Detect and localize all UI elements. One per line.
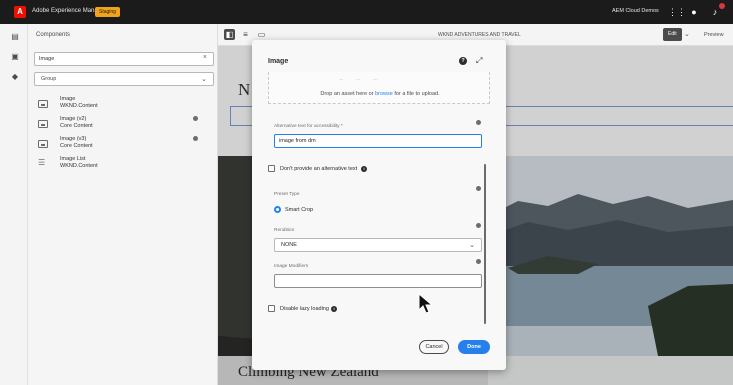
list-icon: ☰ [38,158,46,167]
disable-lazy-loading-checkbox[interactable] [268,305,275,312]
dropzone-text-before: Drop an asset here or [320,91,376,97]
notification-badge [719,3,725,9]
fullscreen-icon[interactable]: ⤢ [476,56,482,66]
dialog-title: Image [268,58,289,65]
dialog-scrollbar[interactable] [484,164,486,324]
component-group: Core Content [60,123,93,129]
component-item-image-v3[interactable]: Image (v3) Core Content [38,136,208,156]
disable-lazy-loading-label[interactable]: Disable lazy loading [280,306,329,312]
info-icon[interactable] [476,186,481,191]
component-name: Image (v2) [60,116,87,122]
page-name: WKND ADVENTURES AND TRAVEL [438,32,521,38]
component-item-image-v2[interactable]: Image (v2) Core Content [38,116,208,136]
group-select[interactable]: Group ⌄ [34,72,214,86]
image-modifiers-label: Image Modifiers [274,264,309,269]
layers-icon[interactable]: ▤ [10,32,20,42]
preview-button[interactable]: Preview [704,32,724,38]
asset-dropzone[interactable]: — — — Drop an asset here or browse for a… [268,72,490,104]
components-panel: Components × Group ⌄ Image WKND.Content … [28,24,218,385]
image-icon [38,120,48,128]
group-select-value: Group [41,76,57,82]
image-dialog: Image ? ⤢ — — — Drop an asset here or br… [252,40,506,370]
smart-crop-radio[interactable] [274,206,281,213]
mouse-cursor-icon [418,293,434,314]
info-icon[interactable] [476,259,481,264]
rendition-select[interactable]: NONE ⌄ [274,238,482,252]
top-bar: A Adobe Experience Manager Staging AEM C… [0,0,733,24]
rendition-value: NONE [281,242,297,248]
preset-type-label: Preset Type [274,192,300,197]
component-search[interactable]: × [34,52,214,66]
no-alt-text-label[interactable]: Don't provide an alternative text [280,166,357,172]
help-icon[interactable]: ? [459,57,467,65]
cancel-button[interactable]: Cancel [419,340,449,354]
toggle-side-panel-icon[interactable]: ◧ [224,29,235,40]
component-group: Core Content [60,143,93,149]
component-item-image-list[interactable]: ☰ Image List WKND.Content [38,156,208,176]
dropzone-text-after: for a file to upload. [392,91,440,97]
alt-text-field[interactable] [274,134,482,148]
environment-badge: Staging [95,7,120,17]
dropzone-text: Drop an asset here or browse for a file … [269,91,491,97]
assets-icon[interactable]: ◆ [10,72,20,82]
panel-title: Components [36,32,71,38]
info-icon[interactable]: i [361,166,367,172]
page-properties-icon[interactable]: ≡ [240,29,251,40]
image-icon [38,140,48,148]
component-name: Image (v3) [60,136,87,142]
chevron-down-icon: ⌄ [469,242,475,249]
clear-search-icon[interactable]: × [203,54,207,61]
done-button[interactable]: Done [458,340,490,354]
image-modifiers-field[interactable] [274,274,482,288]
components-icon[interactable]: ▣ [10,52,20,62]
component-item-image[interactable]: Image WKND.Content [38,96,208,116]
image-icon [38,100,48,108]
no-alt-text-checkbox[interactable] [268,165,275,172]
component-name: Image List [60,156,86,162]
info-icon[interactable] [476,120,481,125]
info-icon[interactable] [193,136,198,141]
alt-text-label: Alternative text for accessibility * [274,124,343,129]
info-icon[interactable]: i [331,306,337,312]
edit-mode-button[interactable]: Edit [663,28,682,41]
info-icon[interactable] [476,223,481,228]
rendition-label: Rendition [274,228,295,233]
emulator-icon[interactable]: ▭ [256,29,267,40]
component-name: Image [60,96,76,102]
org-switcher[interactable]: AEM Cloud Demos [612,8,659,14]
component-search-input[interactable] [39,54,199,64]
chevron-down-icon: ⌄ [201,76,207,83]
adobe-logo-icon[interactable]: A [14,6,26,18]
smart-crop-label[interactable]: Smart Crop [285,207,313,213]
side-rail: ▤ ▣ ◆ [0,24,28,385]
component-group: WKND.Content [60,163,98,169]
browse-link[interactable]: browse [375,91,393,97]
info-icon[interactable] [193,116,198,121]
help-icon[interactable]: ● [688,6,700,18]
chevron-down-icon[interactable]: ⌄ [684,30,690,38]
apps-grid-icon[interactable]: ⋮⋮ [668,6,686,18]
component-group: WKND.Content [60,103,98,109]
dropzone-hint-marks: — — — [339,76,384,81]
